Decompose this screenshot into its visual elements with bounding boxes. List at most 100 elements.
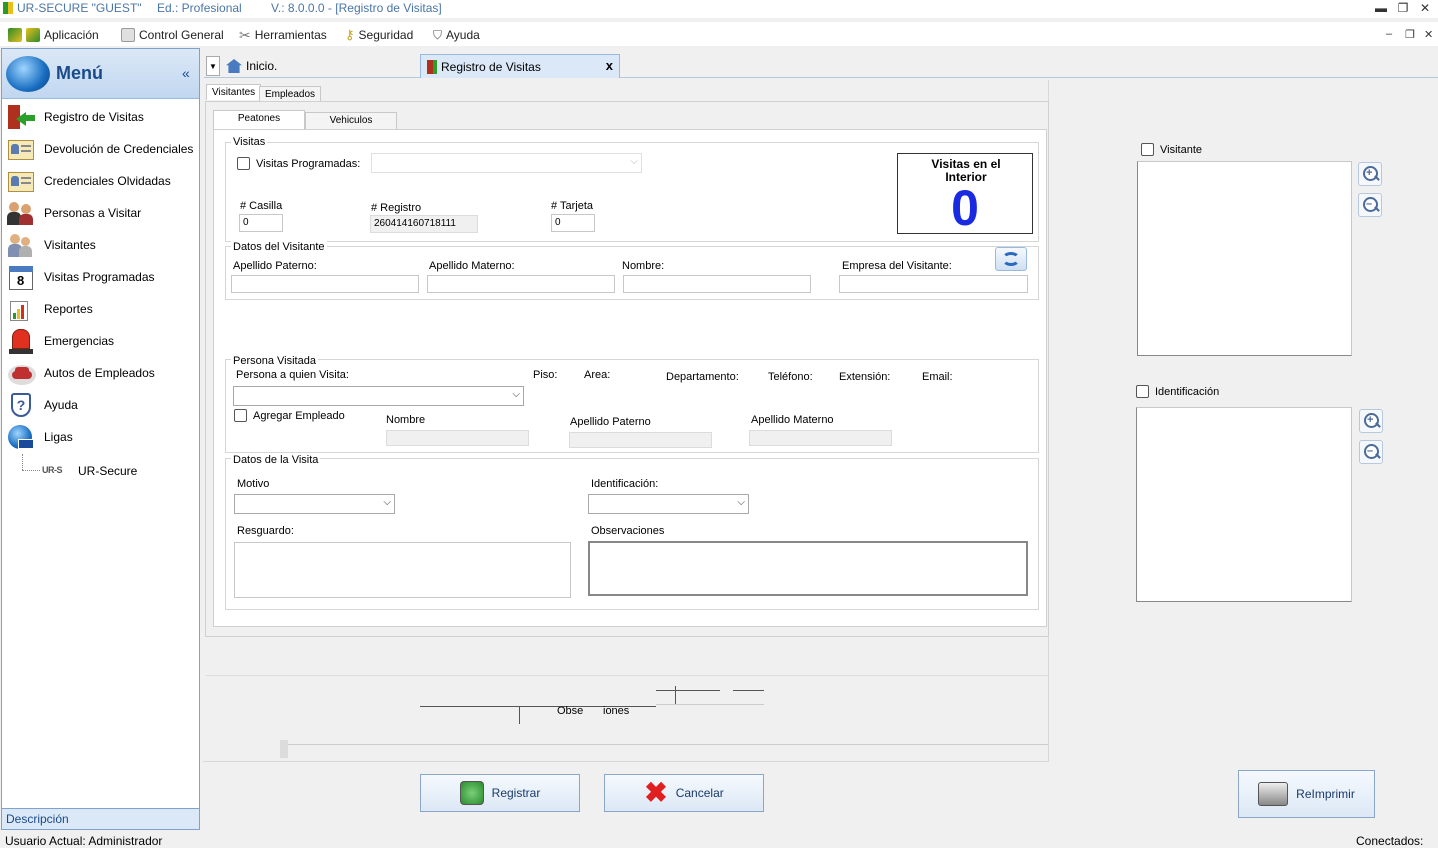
sidebar-item-credenciales-olvidadas[interactable]: Credenciales Olvidadas <box>6 167 196 195</box>
divider <box>206 675 1048 676</box>
tab-close-icon[interactable]: x <box>606 58 613 73</box>
sidebar-item-emergencias[interactable]: Emergencias <box>6 327 196 355</box>
sidebar-item-visitantes[interactable]: Visitantes <box>6 231 196 259</box>
visitas-programadas-checkbox[interactable] <box>237 157 250 170</box>
observaciones-textarea[interactable] <box>588 541 1028 596</box>
registrar-label: Registrar <box>491 786 541 800</box>
sidebar-item-visitas-programadas[interactable]: 8 Visitas Programadas <box>6 263 196 291</box>
collapse-icon[interactable]: « <box>182 65 190 81</box>
sidebar-subitem-ur-secure[interactable]: UR-S UR-Secure <box>22 454 192 480</box>
minimize-button[interactable]: ▬ <box>1370 0 1392 16</box>
menu-aplicacion[interactable]: Aplicación <box>8 26 99 44</box>
ghost-line <box>733 690 764 691</box>
identificacion-zoom-in-icon[interactable]: + <box>1359 409 1383 433</box>
emergency-light-icon <box>6 327 36 355</box>
tools-icon: ✂ <box>239 26 251 43</box>
visitante-zoom-in-icon[interactable]: + <box>1358 162 1382 186</box>
people-icon <box>6 199 36 227</box>
close-button[interactable]: ✕ <box>1414 0 1436 16</box>
register-icon <box>459 781 484 805</box>
visitante-photo-label: Visitante <box>1160 144 1202 156</box>
resguardo-textarea[interactable] <box>234 542 571 598</box>
key-icon: ⚷ <box>345 27 355 42</box>
apellido-materno-input[interactable] <box>427 275 615 293</box>
identificacion-label: Identificación: <box>591 478 659 490</box>
app-title: UR-SECURE "GUEST" <box>17 1 142 15</box>
sidebar-item-devolucion-credenciales[interactable]: Devolución de Credenciales <box>6 135 196 163</box>
tab-registro-visitas-label: Registro de Visitas <box>441 59 541 74</box>
ghost-scroll <box>280 740 288 758</box>
sidebar-item-personas-visitar[interactable]: Personas a Visitar <box>6 199 196 227</box>
menu-ayuda-label: Ayuda <box>446 28 480 42</box>
menu-control-general-label: Control General <box>139 28 224 42</box>
identificacion-select[interactable]: ⌵ <box>588 494 749 514</box>
tab-list-dropdown[interactable]: ▼ <box>206 56 220 76</box>
registro-input: 260414160718111 <box>370 215 478 233</box>
casilla-input[interactable]: 0 <box>239 214 283 232</box>
visitante-zoom-out-icon[interactable]: – <box>1358 193 1382 217</box>
sidebar-item-label: Credenciales Olvidadas <box>44 174 171 188</box>
sidebar-item-label: Devolución de Credenciales <box>44 142 194 156</box>
menu-herramientas[interactable]: ✂ Herramientas <box>239 26 327 44</box>
empleado-nombre-label: Nombre <box>386 414 426 426</box>
apellido-paterno-label: Apellido Paterno: <box>233 260 317 272</box>
mdi-close-button[interactable]: ✕ <box>1424 28 1433 41</box>
visitas-programadas-select[interactable]: ⌵ <box>371 153 642 173</box>
registrar-button[interactable]: Registrar <box>420 774 580 812</box>
reimprimir-button[interactable]: ReImprimir <box>1238 770 1375 818</box>
telefono-label: Teléfono: <box>768 371 813 383</box>
refresh-button[interactable] <box>995 247 1027 271</box>
door-exit-icon <box>6 103 36 131</box>
ghost-line <box>519 706 520 724</box>
tarjeta-input[interactable]: 0 <box>551 214 595 232</box>
mdi-restore-button[interactable]: ❐ <box>1405 28 1415 41</box>
tab-visitantes[interactable]: Visitantes <box>206 84 262 100</box>
nombre-label: Nombre: <box>622 260 665 272</box>
sidebar-item-ligas[interactable]: Ligas <box>6 423 196 451</box>
sidebar-item-label: Personas a Visitar <box>44 206 142 220</box>
sidebar-item-registro-visitas[interactable]: Registro de Visitas <box>6 103 196 131</box>
tab-inicio-label: Inicio. <box>246 59 278 73</box>
apellido-paterno-input[interactable] <box>231 275 419 293</box>
current-user: Usuario Actual: Administrador <box>5 834 163 848</box>
ghost-text: iones <box>603 705 630 717</box>
tab-peatones[interactable]: Peatones <box>213 110 305 130</box>
mdi-minimize-button[interactable]: – <box>1386 28 1392 40</box>
visitante-photo-checkbox[interactable] <box>1141 143 1154 156</box>
extension-label: Extensión: <box>839 371 891 383</box>
restore-button[interactable]: ❐ <box>1392 0 1414 16</box>
tab-empleados[interactable]: Empleados <box>259 86 322 102</box>
tab-vehiculos[interactable]: Vehiculos <box>305 112 397 130</box>
tab-registro-visitas[interactable]: Registro de Visitas x <box>420 54 620 78</box>
persona-visitada-title: Persona Visitada <box>231 355 318 367</box>
empleado-apellido-materno-label: Apellido Materno <box>751 414 834 426</box>
observaciones-label: Observaciones <box>591 525 665 537</box>
sidebar-item-autos-empleados[interactable]: Autos de Empleados <box>6 359 196 387</box>
empresa-input[interactable] <box>839 275 1028 293</box>
sidebar-item-ayuda[interactable]: ? Ayuda <box>6 391 196 419</box>
agregar-empleado-checkbox[interactable] <box>234 409 247 422</box>
identificacion-zoom-out-icon[interactable]: – <box>1359 440 1383 464</box>
ghost-line <box>656 690 720 691</box>
edition-label: Ed.: Profesional <box>157 1 242 15</box>
nombre-input[interactable] <box>623 275 811 293</box>
motivo-select[interactable]: ⌵ <box>234 494 395 514</box>
app-icon <box>3 2 13 14</box>
sidebar-item-reportes[interactable]: Reportes <box>6 295 196 323</box>
identificacion-photo-checkbox[interactable] <box>1136 385 1149 398</box>
sidebar-item-label: Reportes <box>44 302 93 316</box>
menu-control-general[interactable]: Control General <box>121 26 224 44</box>
visitors-icon <box>6 231 36 259</box>
sidebar-item-label: Registro de Visitas <box>44 110 144 124</box>
chevron-down-icon: ⌵ <box>512 389 520 400</box>
door-exit-icon <box>427 59 437 74</box>
quien-visita-select[interactable]: ⌵ <box>233 386 524 406</box>
tab-inicio[interactable]: Inicio. <box>220 54 420 78</box>
cancel-x-icon: ✖ <box>644 777 668 808</box>
casilla-label: # Casilla <box>240 200 283 212</box>
cancelar-button[interactable]: ✖ Cancelar <box>604 774 764 812</box>
menu-ayuda[interactable]: ⛉ Ayuda <box>433 26 480 44</box>
ghost-line <box>656 704 764 705</box>
menu-seguridad[interactable]: ⚷ Seguridad <box>345 26 413 44</box>
area-label: Area: <box>584 369 611 381</box>
